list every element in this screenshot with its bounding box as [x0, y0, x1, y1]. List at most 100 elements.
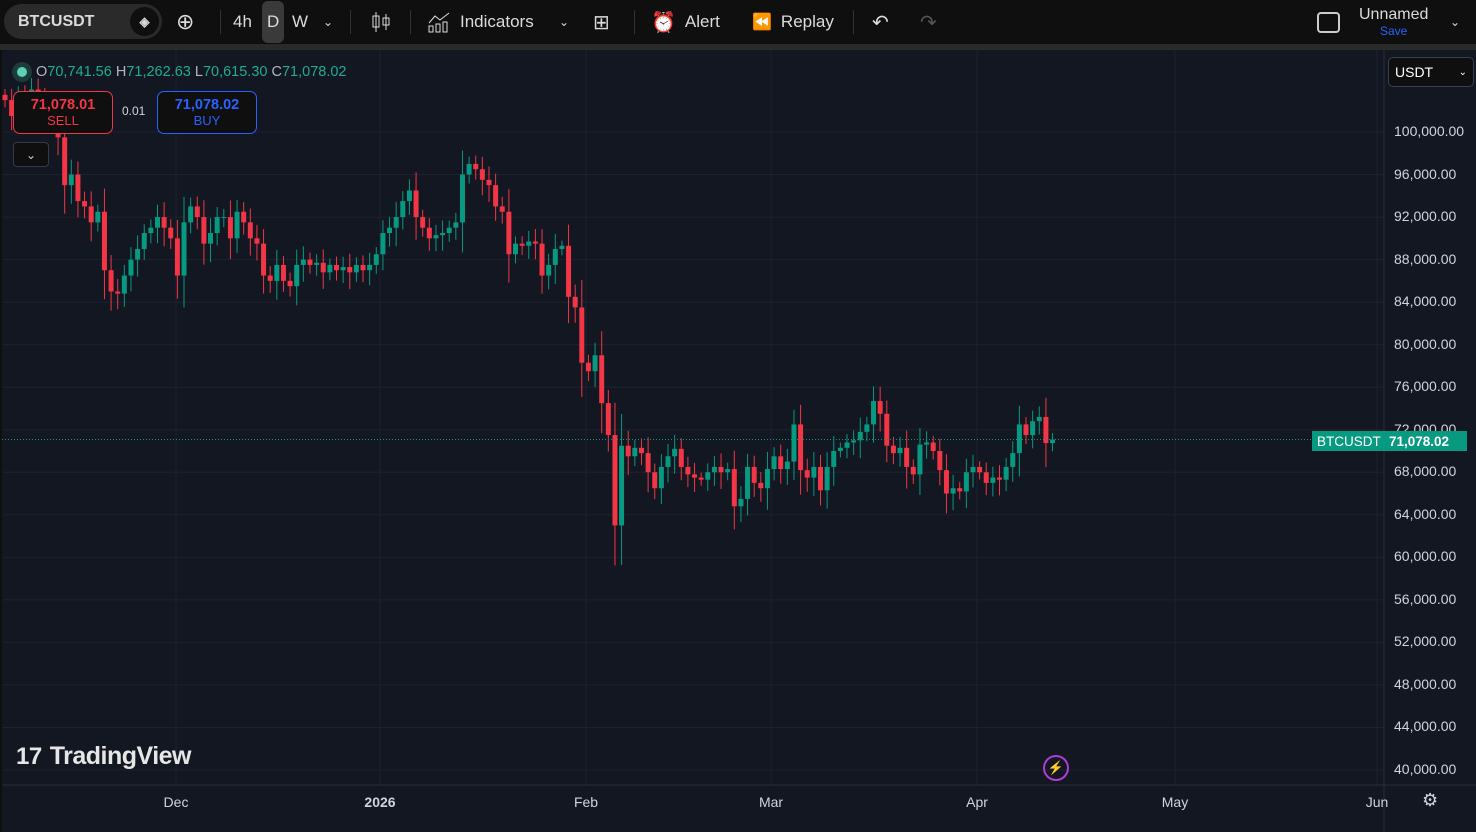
candle-body	[678, 448, 684, 467]
currency-select[interactable]: USDT ⌄	[1388, 57, 1474, 87]
candle-body	[539, 243, 545, 276]
candle-body	[201, 217, 207, 244]
candle-body	[300, 259, 306, 265]
candle-body	[227, 217, 233, 239]
candle-body	[433, 235, 439, 239]
candle-body	[824, 466, 830, 491]
candle-body	[95, 211, 101, 223]
candle-body	[532, 241, 538, 244]
candle-body	[128, 259, 134, 276]
candle-body	[652, 472, 658, 489]
candle-body	[353, 264, 359, 273]
candle-body	[804, 470, 810, 478]
price-tick: 64,000.00	[1394, 505, 1457, 522]
candle-body	[990, 477, 996, 483]
spread-value: 0.01	[122, 104, 146, 118]
candle-body	[599, 355, 605, 404]
candle-body	[592, 355, 598, 372]
candle-body	[844, 442, 850, 448]
candle-body	[731, 469, 737, 507]
candle-body	[937, 450, 943, 471]
candle-body	[121, 275, 127, 294]
candle-body	[307, 259, 313, 265]
candle-body	[1003, 466, 1009, 480]
candle-body	[758, 482, 764, 489]
sell-button[interactable]: 71,078.01 SELL	[13, 91, 113, 134]
candle-body	[831, 450, 837, 467]
candle-body	[519, 243, 525, 246]
candle-body	[174, 238, 180, 276]
candle-body	[440, 233, 446, 236]
candle-body	[897, 447, 903, 454]
collapse-chevron-icon[interactable]: ⌄	[13, 142, 49, 167]
price-tick: 96,000.00	[1394, 165, 1457, 182]
candle-body	[453, 222, 459, 228]
candle-body	[1050, 439, 1056, 444]
candle-body	[68, 174, 74, 186]
candle-body	[917, 444, 923, 475]
candle-body	[406, 190, 412, 202]
open-label: O	[36, 64, 48, 80]
candle-body	[413, 190, 419, 218]
gear-icon[interactable]: ⚙	[1422, 790, 1438, 811]
candle-body	[327, 264, 333, 273]
candle-body	[506, 211, 512, 255]
candle-body	[692, 474, 698, 478]
candle-body	[135, 248, 141, 260]
candle-body	[208, 233, 214, 244]
candle-body	[957, 488, 963, 492]
candle-body	[685, 466, 691, 475]
candle-body	[585, 362, 591, 372]
candle-body	[82, 201, 88, 207]
price-tick: 52,000.00	[1394, 633, 1457, 650]
lightning-icon[interactable]: ⚡	[1043, 755, 1069, 781]
buy-button[interactable]: 71,078.02 BUY	[157, 91, 257, 134]
price-tick: 56,000.00	[1394, 590, 1457, 607]
candle-body	[274, 264, 280, 281]
candle-body	[75, 174, 81, 202]
candle-body	[161, 217, 167, 228]
price-tick: 44,000.00	[1394, 718, 1457, 735]
high-value: 71,262.63	[126, 64, 191, 80]
candle-body	[811, 466, 817, 478]
candle-body	[711, 466, 717, 473]
candle-body	[566, 245, 572, 297]
candle-body	[347, 267, 353, 273]
tradingview-logo[interactable]: 17 TradingView	[16, 742, 192, 771]
candle-body	[254, 238, 260, 244]
candle-body	[546, 264, 552, 276]
candle-body	[884, 413, 890, 446]
candle-body	[864, 424, 870, 432]
candle-body	[943, 470, 949, 494]
candle-body	[1023, 424, 1029, 436]
brand-name: TradingView	[49, 742, 192, 770]
candle-body	[658, 466, 664, 489]
candle-body	[168, 227, 174, 239]
candle-body	[141, 233, 147, 249]
low-value: 70,615.30	[202, 64, 268, 80]
candle-body	[367, 264, 373, 271]
candle-body	[572, 296, 578, 308]
price-tick: 48,000.00	[1394, 675, 1457, 692]
candle-body	[817, 466, 823, 491]
price-tick: 60,000.00	[1394, 548, 1457, 565]
low-label: L	[194, 64, 203, 80]
candle-body	[771, 456, 777, 470]
candle-body	[214, 217, 220, 234]
candle-body	[983, 472, 989, 483]
ohlc-legend: O 70,741.56 H 71,262.63 L 70,615.30 C 71,078…	[12, 62, 346, 82]
candle-body	[360, 264, 366, 271]
candle-body	[261, 243, 267, 276]
status-dot-icon[interactable]	[12, 62, 32, 82]
time-tick: Feb	[573, 794, 599, 810]
candle-body	[101, 211, 107, 271]
candle-body	[115, 291, 121, 294]
candle-body	[837, 447, 843, 451]
candle-body	[194, 206, 200, 218]
candle-body	[698, 477, 704, 480]
candle-body	[479, 169, 485, 180]
candle-body	[904, 447, 910, 467]
candle-body	[605, 403, 611, 436]
candle-body	[181, 222, 187, 276]
candle-body	[552, 248, 558, 265]
